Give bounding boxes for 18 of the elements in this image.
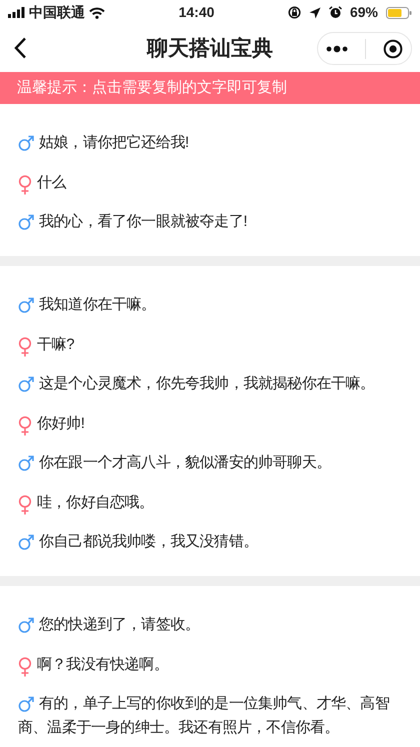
dialog-text[interactable]: 你自己都说我帅喽，我又没猜错。: [18, 530, 402, 554]
battery-percent: 69%: [350, 3, 378, 22]
dialog-text[interactable]: 什么: [18, 170, 402, 194]
dialog-text[interactable]: 啊？我没有快递啊。: [18, 652, 402, 676]
dialog-text[interactable]: 干嘛?: [18, 332, 402, 356]
page-title: 聊天搭讪宝典: [147, 36, 273, 62]
notice-banner: 温馨提示：点击需要复制的文字即可复制: [0, 72, 420, 104]
carrier-name: 中国联通: [29, 3, 85, 22]
dialog-text[interactable]: 我的心，看了你一眼就被夺走了!: [18, 210, 402, 234]
dialog-text[interactable]: 我知道你在干嘛。: [18, 293, 402, 317]
status-time: 14:40: [178, 4, 214, 20]
dialog-text[interactable]: 你在跟一个才高八斗，貌似潘安的帅哥聊天。: [18, 451, 402, 475]
dialog-text[interactable]: 哇，你好自恋哦。: [18, 490, 402, 514]
dialog-text[interactable]: 你好帅!: [18, 412, 402, 436]
dialog-text[interactable]: 这是个心灵魔术，你先夸我帅，我就揭秘你在干嘛。: [18, 372, 402, 396]
dialog-text[interactable]: 姑娘，请你把它还给我!: [18, 131, 402, 155]
dialog-text[interactable]: 有的，单子上写的你收到的是一位集帅气、才华、高智商、温柔于一身的绅士。我还有照片，不信你看。: [18, 692, 402, 740]
dialog-text[interactable]: 您的快递到了，请签收。: [18, 613, 402, 637]
